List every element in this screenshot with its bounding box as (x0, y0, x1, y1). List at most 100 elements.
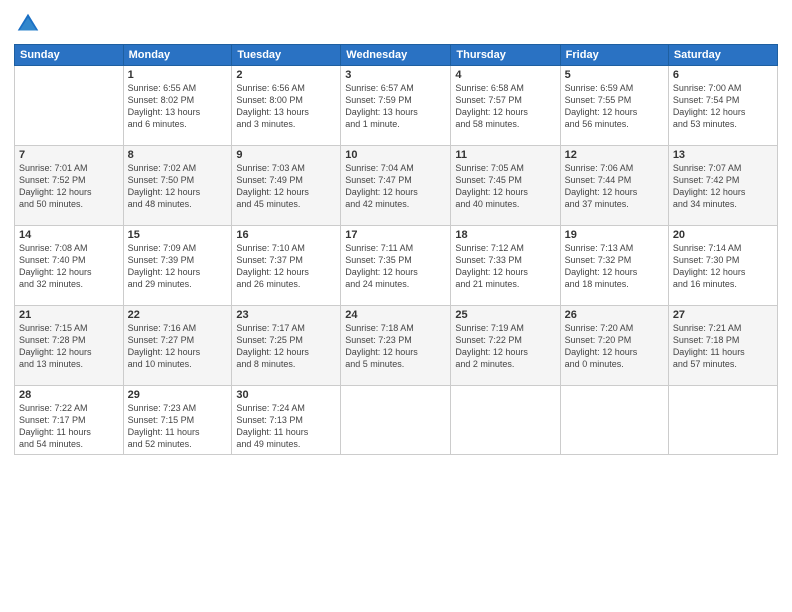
logo-icon (14, 10, 42, 38)
calendar-cell: 4Sunrise: 6:58 AMSunset: 7:57 PMDaylight… (451, 66, 560, 146)
day-number: 17 (345, 229, 446, 241)
calendar-cell: 30Sunrise: 7:24 AMSunset: 7:13 PMDayligh… (232, 386, 341, 455)
day-info: Sunrise: 7:24 AMSunset: 7:13 PMDaylight:… (236, 402, 336, 451)
calendar-cell: 27Sunrise: 7:21 AMSunset: 7:18 PMDayligh… (668, 306, 777, 386)
calendar-cell: 20Sunrise: 7:14 AMSunset: 7:30 PMDayligh… (668, 226, 777, 306)
calendar-week-row: 28Sunrise: 7:22 AMSunset: 7:17 PMDayligh… (15, 386, 778, 455)
logo (14, 10, 46, 38)
day-info: Sunrise: 6:59 AMSunset: 7:55 PMDaylight:… (565, 82, 664, 131)
day-info: Sunrise: 7:18 AMSunset: 7:23 PMDaylight:… (345, 322, 446, 371)
calendar-cell: 22Sunrise: 7:16 AMSunset: 7:27 PMDayligh… (123, 306, 232, 386)
day-info: Sunrise: 7:03 AMSunset: 7:49 PMDaylight:… (236, 162, 336, 211)
calendar-cell: 10Sunrise: 7:04 AMSunset: 7:47 PMDayligh… (341, 146, 451, 226)
day-number: 22 (128, 309, 228, 321)
day-number: 23 (236, 309, 336, 321)
calendar-cell: 11Sunrise: 7:05 AMSunset: 7:45 PMDayligh… (451, 146, 560, 226)
calendar-cell: 17Sunrise: 7:11 AMSunset: 7:35 PMDayligh… (341, 226, 451, 306)
calendar-week-row: 7Sunrise: 7:01 AMSunset: 7:52 PMDaylight… (15, 146, 778, 226)
calendar-cell (451, 386, 560, 455)
day-info: Sunrise: 7:07 AMSunset: 7:42 PMDaylight:… (673, 162, 773, 211)
calendar-cell: 7Sunrise: 7:01 AMSunset: 7:52 PMDaylight… (15, 146, 124, 226)
calendar-week-row: 21Sunrise: 7:15 AMSunset: 7:28 PMDayligh… (15, 306, 778, 386)
day-number: 21 (19, 309, 119, 321)
day-info: Sunrise: 6:58 AMSunset: 7:57 PMDaylight:… (455, 82, 555, 131)
day-info: Sunrise: 6:55 AMSunset: 8:02 PMDaylight:… (128, 82, 228, 131)
calendar-header-row: SundayMondayTuesdayWednesdayThursdayFrid… (15, 45, 778, 66)
calendar-cell: 9Sunrise: 7:03 AMSunset: 7:49 PMDaylight… (232, 146, 341, 226)
day-number: 25 (455, 309, 555, 321)
calendar-week-row: 1Sunrise: 6:55 AMSunset: 8:02 PMDaylight… (15, 66, 778, 146)
day-info: Sunrise: 7:11 AMSunset: 7:35 PMDaylight:… (345, 242, 446, 291)
calendar-day-header: Sunday (15, 45, 124, 66)
calendar-cell: 6Sunrise: 7:00 AMSunset: 7:54 PMDaylight… (668, 66, 777, 146)
day-number: 26 (565, 309, 664, 321)
day-number: 2 (236, 69, 336, 81)
day-info: Sunrise: 6:57 AMSunset: 7:59 PMDaylight:… (345, 82, 446, 131)
day-info: Sunrise: 7:01 AMSunset: 7:52 PMDaylight:… (19, 162, 119, 211)
day-number: 10 (345, 149, 446, 161)
day-number: 20 (673, 229, 773, 241)
calendar-cell: 15Sunrise: 7:09 AMSunset: 7:39 PMDayligh… (123, 226, 232, 306)
day-info: Sunrise: 7:04 AMSunset: 7:47 PMDaylight:… (345, 162, 446, 211)
day-number: 30 (236, 389, 336, 401)
day-info: Sunrise: 7:00 AMSunset: 7:54 PMDaylight:… (673, 82, 773, 131)
calendar-cell: 3Sunrise: 6:57 AMSunset: 7:59 PMDaylight… (341, 66, 451, 146)
day-number: 3 (345, 69, 446, 81)
day-info: Sunrise: 7:14 AMSunset: 7:30 PMDaylight:… (673, 242, 773, 291)
day-number: 6 (673, 69, 773, 81)
day-number: 9 (236, 149, 336, 161)
calendar-day-header: Friday (560, 45, 668, 66)
calendar-day-header: Monday (123, 45, 232, 66)
calendar-cell (560, 386, 668, 455)
calendar: SundayMondayTuesdayWednesdayThursdayFrid… (14, 44, 778, 455)
day-info: Sunrise: 7:23 AMSunset: 7:15 PMDaylight:… (128, 402, 228, 451)
day-info: Sunrise: 7:19 AMSunset: 7:22 PMDaylight:… (455, 322, 555, 371)
header (14, 10, 778, 38)
day-info: Sunrise: 7:10 AMSunset: 7:37 PMDaylight:… (236, 242, 336, 291)
calendar-day-header: Saturday (668, 45, 777, 66)
day-info: Sunrise: 7:13 AMSunset: 7:32 PMDaylight:… (565, 242, 664, 291)
calendar-cell: 21Sunrise: 7:15 AMSunset: 7:28 PMDayligh… (15, 306, 124, 386)
calendar-cell: 5Sunrise: 6:59 AMSunset: 7:55 PMDaylight… (560, 66, 668, 146)
calendar-day-header: Thursday (451, 45, 560, 66)
calendar-cell: 13Sunrise: 7:07 AMSunset: 7:42 PMDayligh… (668, 146, 777, 226)
day-number: 11 (455, 149, 555, 161)
day-info: Sunrise: 7:09 AMSunset: 7:39 PMDaylight:… (128, 242, 228, 291)
calendar-day-header: Tuesday (232, 45, 341, 66)
day-number: 14 (19, 229, 119, 241)
day-number: 15 (128, 229, 228, 241)
calendar-cell: 12Sunrise: 7:06 AMSunset: 7:44 PMDayligh… (560, 146, 668, 226)
day-number: 18 (455, 229, 555, 241)
day-number: 19 (565, 229, 664, 241)
day-number: 13 (673, 149, 773, 161)
calendar-cell: 25Sunrise: 7:19 AMSunset: 7:22 PMDayligh… (451, 306, 560, 386)
day-info: Sunrise: 7:02 AMSunset: 7:50 PMDaylight:… (128, 162, 228, 211)
day-info: Sunrise: 7:16 AMSunset: 7:27 PMDaylight:… (128, 322, 228, 371)
calendar-cell: 2Sunrise: 6:56 AMSunset: 8:00 PMDaylight… (232, 66, 341, 146)
calendar-cell: 16Sunrise: 7:10 AMSunset: 7:37 PMDayligh… (232, 226, 341, 306)
day-info: Sunrise: 7:17 AMSunset: 7:25 PMDaylight:… (236, 322, 336, 371)
day-info: Sunrise: 7:08 AMSunset: 7:40 PMDaylight:… (19, 242, 119, 291)
calendar-cell: 18Sunrise: 7:12 AMSunset: 7:33 PMDayligh… (451, 226, 560, 306)
day-info: Sunrise: 7:12 AMSunset: 7:33 PMDaylight:… (455, 242, 555, 291)
day-info: Sunrise: 7:05 AMSunset: 7:45 PMDaylight:… (455, 162, 555, 211)
day-number: 7 (19, 149, 119, 161)
day-number: 8 (128, 149, 228, 161)
calendar-day-header: Wednesday (341, 45, 451, 66)
day-number: 5 (565, 69, 664, 81)
page: SundayMondayTuesdayWednesdayThursdayFrid… (0, 0, 792, 612)
day-number: 4 (455, 69, 555, 81)
calendar-cell (15, 66, 124, 146)
calendar-cell: 8Sunrise: 7:02 AMSunset: 7:50 PMDaylight… (123, 146, 232, 226)
day-number: 28 (19, 389, 119, 401)
day-number: 29 (128, 389, 228, 401)
day-info: Sunrise: 7:20 AMSunset: 7:20 PMDaylight:… (565, 322, 664, 371)
day-number: 12 (565, 149, 664, 161)
calendar-cell: 14Sunrise: 7:08 AMSunset: 7:40 PMDayligh… (15, 226, 124, 306)
calendar-cell: 24Sunrise: 7:18 AMSunset: 7:23 PMDayligh… (341, 306, 451, 386)
day-number: 24 (345, 309, 446, 321)
day-info: Sunrise: 6:56 AMSunset: 8:00 PMDaylight:… (236, 82, 336, 131)
day-info: Sunrise: 7:06 AMSunset: 7:44 PMDaylight:… (565, 162, 664, 211)
day-info: Sunrise: 7:22 AMSunset: 7:17 PMDaylight:… (19, 402, 119, 451)
calendar-cell: 29Sunrise: 7:23 AMSunset: 7:15 PMDayligh… (123, 386, 232, 455)
